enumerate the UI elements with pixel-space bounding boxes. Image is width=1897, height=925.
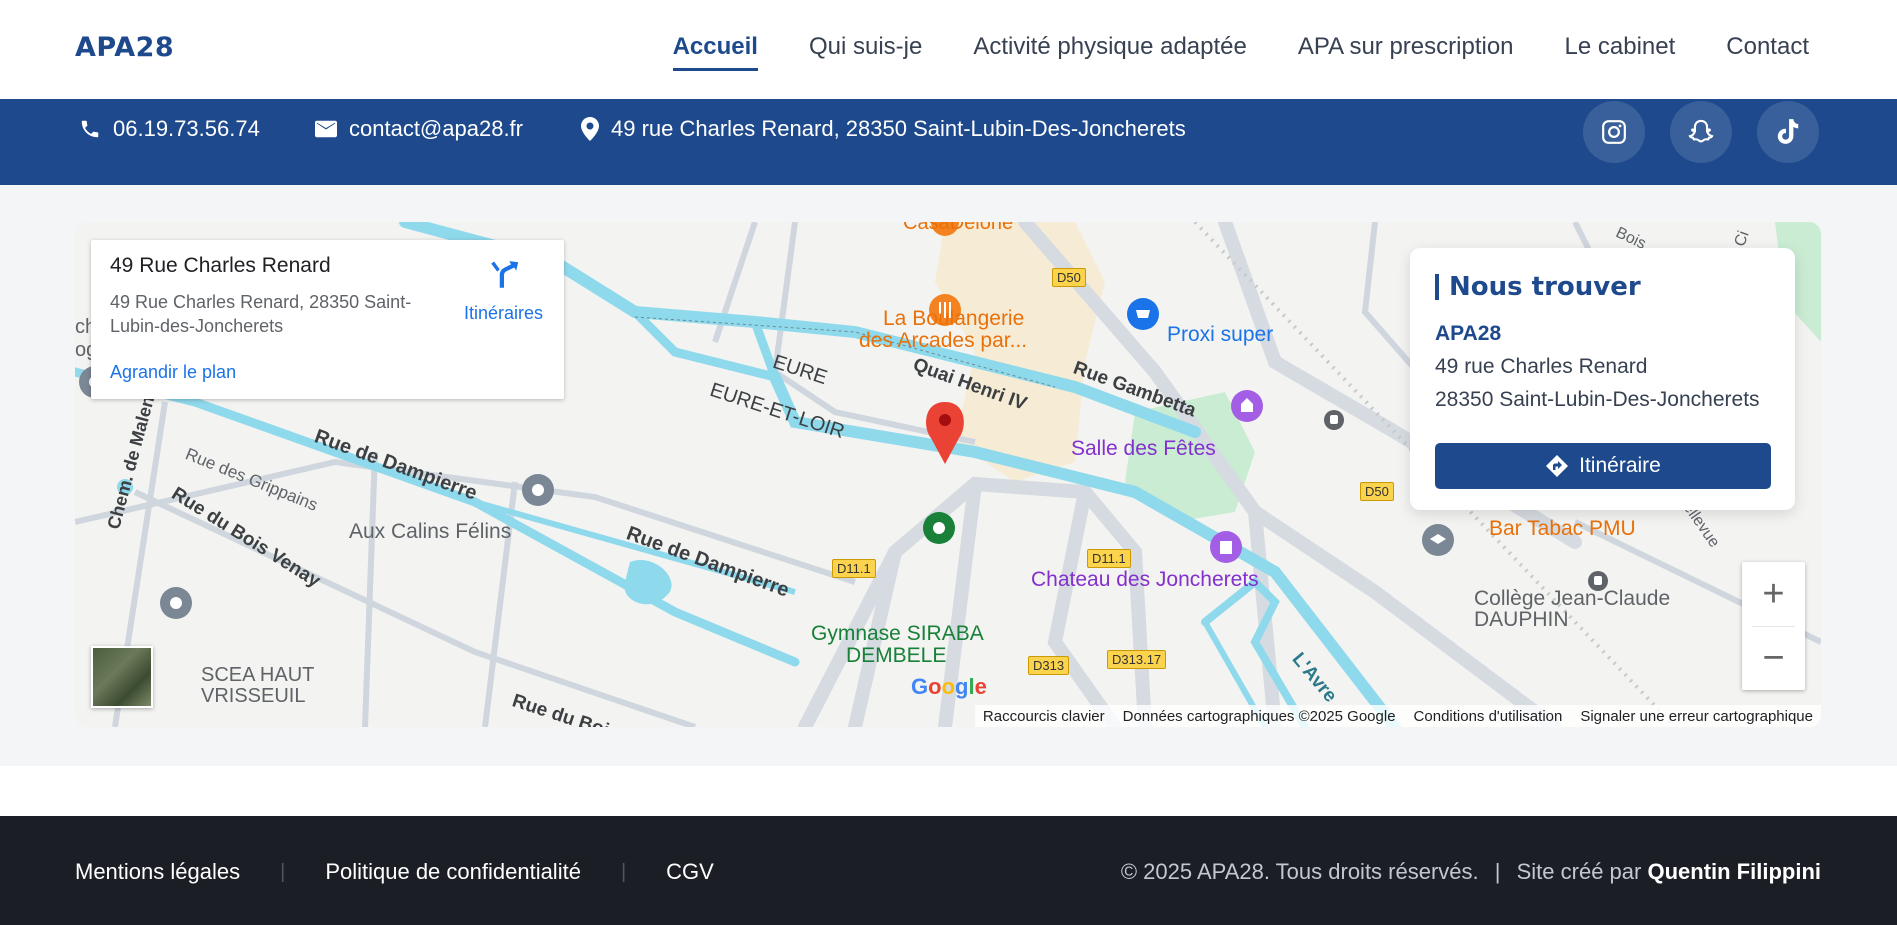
road-badge-d50: D50 (1360, 482, 1394, 501)
directions-arrow-icon (490, 261, 518, 288)
map-place-card: 49 Rue Charles Renard 49 Rue Charles Ren… (91, 240, 564, 399)
google-logo: Google (911, 674, 987, 699)
report-error-link[interactable]: Signaler une erreur cartographique (1580, 708, 1813, 725)
nav-item-qui-suis-je[interactable]: Qui suis-je (809, 33, 922, 71)
map-label-casadelone: CasaDelone (903, 222, 1014, 234)
terms-link[interactable]: Conditions d'utilisation (1414, 708, 1563, 725)
instagram-icon (1602, 120, 1626, 144)
site-header: APA28 Accueil Qui suis-je Activité physi… (0, 0, 1897, 99)
phone-icon (81, 120, 99, 138)
email-link[interactable]: contact@apa28.fr (315, 116, 523, 142)
place-title: 49 Rue Charles Renard (110, 254, 331, 277)
zoom-in-button[interactable]: + (1742, 562, 1805, 626)
map-label-proxi: Proxi super (1167, 323, 1274, 346)
address-text: 49 rue Charles Renard, 28350 Saint-Lubin… (611, 116, 1186, 141)
footer-link-mentions-legales[interactable]: Mentions légales (75, 859, 240, 885)
nav-item-accueil[interactable]: Accueil (672, 33, 759, 71)
google-map[interactable]: CasaDelone La Boulangerie des Arcades pa… (75, 222, 1821, 727)
map-label-calins: Aux Calins Félins (349, 520, 512, 543)
map-label-scea-1: SCEA HAUT (201, 664, 315, 686)
nav-item-activite-physique-adaptee[interactable]: Activité physique adaptée (973, 33, 1247, 71)
address-link[interactable]: 49 rue Charles Renard, 28350 Saint-Lubin… (581, 116, 1186, 142)
road-badge-d313-17: D313.17 (1107, 650, 1167, 669)
footer-copyright: © 2025 APA28. Tous droits réservés. | Si… (1121, 859, 1821, 885)
find-us-street: 49 rue Charles Renard (1435, 355, 1648, 378)
copyright-divider: | (1494, 859, 1501, 884)
snapchat-icon (1688, 119, 1714, 143)
phone-number: 06.19.73.56.74 (113, 116, 260, 141)
footer-links: Mentions légales | Politique de confiden… (75, 859, 714, 885)
footer-separator: | (280, 860, 286, 883)
find-us-card: Nous trouver APA28 49 rue Charles Renard… (1410, 248, 1795, 510)
road-badge-d11-1: D11.1 (832, 559, 876, 578)
nav-item-contact[interactable]: Contact (1726, 33, 1809, 71)
find-us-title: Nous trouver (1435, 274, 1641, 300)
map-section: CasaDelone La Boulangerie des Arcades pa… (0, 185, 1897, 766)
credit-prefix: Site créé par (1516, 859, 1642, 884)
credit-name[interactable]: Quentin Filippini (1647, 859, 1821, 884)
email-address: contact@apa28.fr (349, 116, 523, 141)
map-label-boulangerie-1: La Boulangerie (883, 307, 1025, 330)
footer-link-politique-confidentialite[interactable]: Politique de confidentialité (325, 859, 581, 885)
tiktok-button[interactable] (1757, 101, 1819, 163)
map-attribution: Raccourcis clavier Données cartographiqu… (974, 705, 1821, 727)
road-badge-d11-1: D11.1 (1087, 549, 1131, 568)
footer-separator: | (620, 860, 627, 883)
envelope-icon (315, 120, 337, 138)
keyboard-shortcuts-link[interactable]: Raccourcis clavier (983, 708, 1105, 725)
nav-item-le-cabinet[interactable]: Le cabinet (1565, 33, 1676, 71)
location-pin-icon (581, 117, 599, 141)
site-footer: Mentions légales | Politique de confiden… (0, 816, 1897, 925)
map-label-boulangerie-2: des Arcades par... (859, 329, 1028, 352)
snapchat-button[interactable] (1670, 101, 1732, 163)
map-label-salle: Salle des Fêtes (1071, 437, 1216, 460)
map-label-gymnase-1: Gymnase SIRABA (811, 622, 984, 645)
instagram-button[interactable] (1583, 101, 1645, 163)
site-logo[interactable]: APA28 (75, 32, 174, 63)
footer-link-cgv[interactable]: CGV (666, 859, 714, 885)
tiktok-icon (1777, 119, 1799, 144)
road-badge-d313: D313 (1028, 656, 1070, 675)
satellite-view-toggle[interactable] (91, 646, 153, 708)
main-menu: Accueil Qui suis-je Activité physique ad… (672, 33, 1809, 71)
map-label-bar: Bar Tabac PMU (1489, 517, 1636, 540)
route-diamond-icon (1546, 455, 1569, 477)
directions-link[interactable]: Itinéraires (451, 258, 556, 324)
zoom-controls: + − (1742, 562, 1805, 690)
directions-label: Itinéraires (463, 303, 544, 323)
find-us-name: APA28 (1435, 322, 1502, 345)
enlarge-map-link[interactable]: Agrandir le plan (110, 362, 236, 383)
contact-bar: 06.19.73.56.74 contact@apa28.fr 49 rue C… (0, 99, 1897, 185)
phone-link[interactable]: 06.19.73.56.74 (79, 116, 260, 142)
nav-item-apa-sur-prescription[interactable]: APA sur prescription (1298, 33, 1514, 71)
map-label-gymnase-2: DEMBELE (846, 644, 947, 667)
map-label-scea-2: VRISSEUIL (201, 685, 306, 707)
map-label-chateau: Chateau des Joncherets (1031, 568, 1259, 591)
itinerary-label: Itinéraire (1579, 454, 1661, 477)
map-label-college-2: DAUPHIN (1474, 608, 1569, 631)
place-address: 49 Rue Charles Renard, 28350 Saint-Lubin… (110, 292, 412, 336)
find-us-city: 28350 Saint-Lubin-Des-Joncherets (1435, 388, 1760, 411)
itinerary-button[interactable]: Itinéraire (1435, 443, 1771, 489)
map-data-text: Données cartographiques ©2025 Google (1122, 707, 1396, 725)
zoom-out-button[interactable]: − (1742, 626, 1805, 690)
copyright-text: © 2025 APA28. Tous droits réservés. (1120, 859, 1479, 884)
road-badge-d50: D50 (1052, 268, 1086, 287)
